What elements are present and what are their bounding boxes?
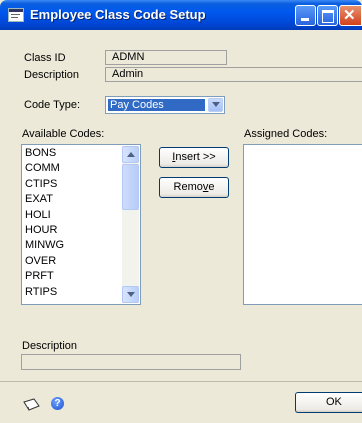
- code-type-label: Code Type:: [24, 99, 81, 111]
- window-icon: [8, 8, 24, 22]
- list-item[interactable]: OVER: [25, 254, 64, 269]
- close-button[interactable]: ✕: [339, 5, 362, 26]
- note-icon[interactable]: [22, 398, 42, 412]
- scroll-thumb[interactable]: [122, 164, 139, 210]
- code-description-field: [21, 354, 241, 370]
- list-item[interactable]: EXAT: [25, 192, 64, 207]
- footer-divider: [0, 381, 362, 382]
- scroll-up-icon: [127, 152, 135, 157]
- scroll-down-button[interactable]: [122, 286, 139, 303]
- remove-button[interactable]: Remove: [159, 177, 229, 198]
- list-item[interactable]: HOUR: [25, 223, 64, 238]
- minimize-button[interactable]: [295, 5, 316, 26]
- list-item[interactable]: BONS: [25, 146, 64, 161]
- description-label: Description: [24, 69, 80, 81]
- class-id-field: ADMN: [105, 50, 227, 65]
- code-type-dropdown[interactable]: Pay Codes: [105, 96, 225, 114]
- assigned-codes-list[interactable]: [243, 144, 362, 305]
- description-field: Admin: [105, 67, 362, 82]
- code-type-selected: Pay Codes: [108, 99, 205, 111]
- window-title: Employee Class Code Setup: [30, 7, 206, 22]
- list-item[interactable]: MINWG: [25, 238, 64, 253]
- scroll-up-button[interactable]: [122, 146, 139, 163]
- list-item[interactable]: COMM: [25, 161, 64, 176]
- dropdown-arrow-icon: [212, 102, 220, 107]
- help-icon[interactable]: ?: [51, 397, 64, 410]
- ok-button[interactable]: OK: [295, 392, 362, 413]
- maximize-icon: [322, 10, 334, 23]
- class-id-label: Class ID: [24, 52, 66, 64]
- insert-button[interactable]: Insert >>: [159, 147, 229, 168]
- title-bar[interactable]: Employee Class Code Setup ✕: [0, 0, 362, 30]
- maximize-button[interactable]: [317, 5, 338, 26]
- list-item[interactable]: PRFT: [25, 269, 64, 284]
- close-icon: ✕: [343, 7, 356, 24]
- list-item[interactable]: HOLI: [25, 208, 64, 223]
- scroll-down-icon: [127, 292, 135, 297]
- list-item[interactable]: CTIPS: [25, 177, 64, 192]
- list-item[interactable]: RTIPS: [25, 285, 64, 300]
- available-codes-list[interactable]: BONS COMM CTIPS EXAT HOLI HOUR MINWG OVER PRFT RT…: [21, 144, 141, 305]
- dropdown-button[interactable]: [208, 98, 223, 112]
- available-codes-label: Available Codes:: [22, 128, 105, 140]
- assigned-codes-label: Assigned Codes:: [244, 128, 328, 140]
- available-scrollbar[interactable]: [122, 146, 139, 303]
- minimize-icon: [301, 18, 309, 21]
- code-description-label: Description: [22, 340, 78, 352]
